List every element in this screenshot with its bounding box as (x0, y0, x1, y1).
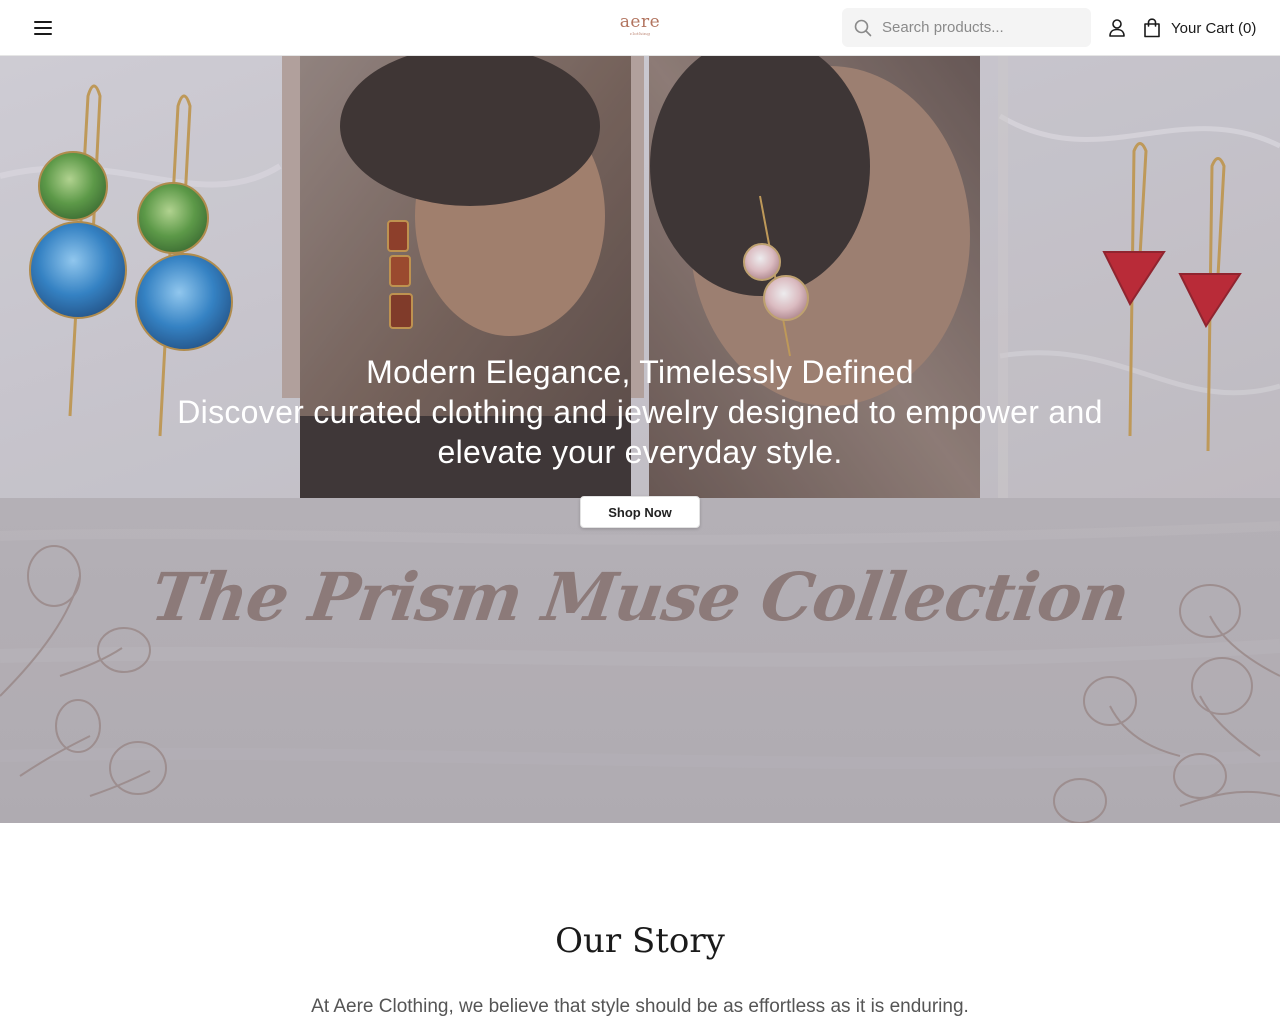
shopping-bag-icon (1144, 18, 1160, 38)
shop-now-button[interactable]: Shop Now (580, 496, 700, 528)
story-heading: Our Story (555, 921, 725, 961)
hero-banner: Modern Elegance, Timelessly Defined Disc… (0, 56, 1280, 823)
hero-title: Modern Elegance, Timelessly Defined (366, 354, 914, 390)
search-box[interactable] (842, 8, 1091, 47)
cart-label: Your Cart (0) (1171, 19, 1257, 37)
collection-title: The Prism Muse Collection (146, 558, 1134, 636)
brand-logo[interactable]: aere clothing (600, 14, 680, 37)
search-icon (854, 19, 872, 37)
story-text: At Aere Clothing, we believe that style … (311, 996, 969, 1017)
cart-button[interactable]: Your Cart (0) (1143, 16, 1256, 40)
search-input[interactable] (880, 8, 1085, 47)
logo-wordmark: aere (619, 12, 661, 32)
logo-subtext: clothing (629, 31, 651, 36)
site-header: aere clothing Your Cart (0) (0, 0, 1280, 56)
user-icon[interactable] (1107, 18, 1127, 38)
hamburger-menu-icon[interactable] (34, 18, 54, 38)
hero-subtitle: Discover curated clothing and jewelry de… (177, 394, 1103, 470)
